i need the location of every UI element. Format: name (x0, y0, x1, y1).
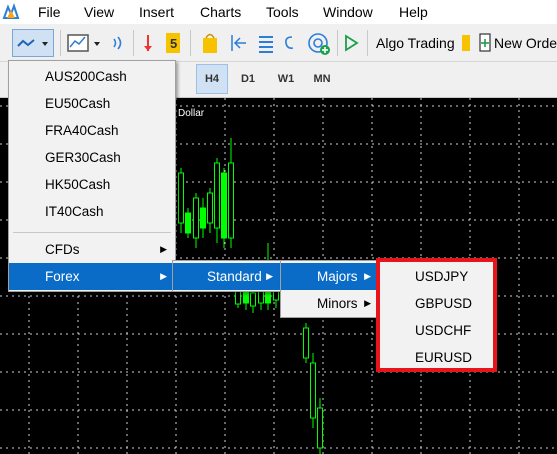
app-logo-icon (2, 3, 20, 21)
candle-body (200, 207, 206, 229)
shopping-bag-icon (203, 33, 217, 53)
menu-bar: File View Insert Charts Tools Window Hel… (0, 0, 557, 24)
data-window-icon (259, 36, 273, 53)
chart-template-button[interactable] (64, 29, 106, 57)
timeframe-mn[interactable]: MN (306, 64, 338, 94)
toolbar-separator (190, 30, 191, 56)
toolbar-separator (367, 30, 368, 56)
timeframe-w1[interactable]: W1 (270, 64, 302, 94)
period-separator-button[interactable]: 5 (164, 29, 182, 57)
new-order-button[interactable]: New Order (478, 29, 557, 57)
menu-window[interactable]: Window (323, 4, 373, 20)
chart-template-icon (67, 34, 100, 52)
menu-item-forex[interactable]: Forex ▶ (9, 263, 175, 290)
algo-trading-label: Algo Trading (376, 35, 455, 51)
scroll-left-button[interactable] (228, 29, 248, 57)
play-icon (345, 34, 359, 52)
menu-item-standard[interactable]: Standard ▶ (173, 263, 281, 290)
submenu-arrow-icon: ▶ (266, 271, 273, 281)
cycle-icon (285, 36, 294, 49)
algo-status-icon (462, 35, 470, 51)
menu-insert[interactable]: Insert (139, 4, 174, 20)
strategy-tester-button[interactable] (342, 29, 360, 57)
forex-submenu: Standard ▶ (172, 260, 282, 292)
chart-symbol-label: Dollar (178, 108, 205, 119)
menu-separator (13, 232, 171, 233)
candle-body (250, 292, 256, 307)
menu-item-fra40cash[interactable]: FRA40Cash (9, 117, 175, 144)
toolbar: 5 Algo Trading New Order (0, 24, 557, 62)
submenu-arrow-icon: ▶ (364, 298, 371, 308)
candle-body (193, 197, 199, 239)
menu-item-eu50cash[interactable]: EU50Cash (9, 90, 175, 117)
market-button[interactable] (200, 29, 220, 57)
menu-help[interactable]: Help (399, 4, 428, 20)
algo-trading-button[interactable]: Algo Trading (374, 29, 470, 57)
candle-body (303, 327, 309, 359)
symbols-menu: AUS200Cash EU50Cash FRA40Cash GER30Cash … (8, 60, 176, 292)
menu-item-hk50cash[interactable]: HK50Cash (9, 171, 175, 198)
menu-tools[interactable]: Tools (266, 4, 299, 20)
chart-type-button[interactable] (12, 29, 54, 57)
candle-body (317, 407, 323, 449)
menu-view[interactable]: View (84, 4, 114, 20)
signal-button[interactable] (108, 29, 130, 57)
candle-body (178, 172, 184, 224)
menu-item-majors[interactable]: Majors ▶ (281, 263, 379, 290)
submenu-arrow-icon: ▶ (364, 271, 371, 281)
submenu-arrow-icon: ▶ (160, 271, 167, 281)
candle-body (185, 212, 191, 234)
svg-text:5: 5 (170, 36, 177, 51)
toolbar-separator (60, 30, 61, 56)
vps-icon (308, 33, 330, 55)
indicator-button[interactable] (140, 29, 156, 57)
indicator-icon (144, 35, 152, 51)
menu-item-it40cash[interactable]: IT40Cash (9, 198, 175, 225)
candle-body (310, 362, 316, 419)
signal-icon (113, 36, 122, 50)
candle-body (221, 172, 227, 239)
period-icon: 5 (166, 33, 180, 53)
menu-item-minors[interactable]: Minors ▶ (281, 290, 379, 317)
menu-charts[interactable]: Charts (200, 4, 241, 20)
vps-button[interactable] (306, 29, 332, 57)
new-order-label: New Order (494, 35, 557, 51)
menu-file[interactable]: File (38, 4, 61, 20)
candle-body (228, 162, 234, 239)
menu-item-aus200cash[interactable]: AUS200Cash (9, 63, 175, 90)
cycle-button[interactable] (282, 29, 296, 57)
toolbar-separator (133, 30, 134, 56)
data-window-button[interactable] (256, 29, 276, 57)
timeframe-h4[interactable]: H4 (196, 64, 228, 94)
menu-item-cfds[interactable]: CFDs ▶ (9, 236, 175, 263)
line-chart-icon (17, 39, 48, 47)
toolbar-separator (337, 30, 338, 56)
highlight-annotation-box (376, 258, 497, 372)
candle-body (214, 162, 220, 229)
timeframe-d1[interactable]: D1 (232, 64, 264, 94)
candle-body (235, 289, 241, 305)
menu-item-ger30cash[interactable]: GER30Cash (9, 144, 175, 171)
standard-submenu: Majors ▶ Minors ▶ (280, 260, 380, 318)
submenu-arrow-icon: ▶ (160, 244, 167, 254)
scroll-left-icon (231, 35, 246, 51)
candle-body (207, 192, 213, 224)
new-order-icon (479, 33, 491, 52)
